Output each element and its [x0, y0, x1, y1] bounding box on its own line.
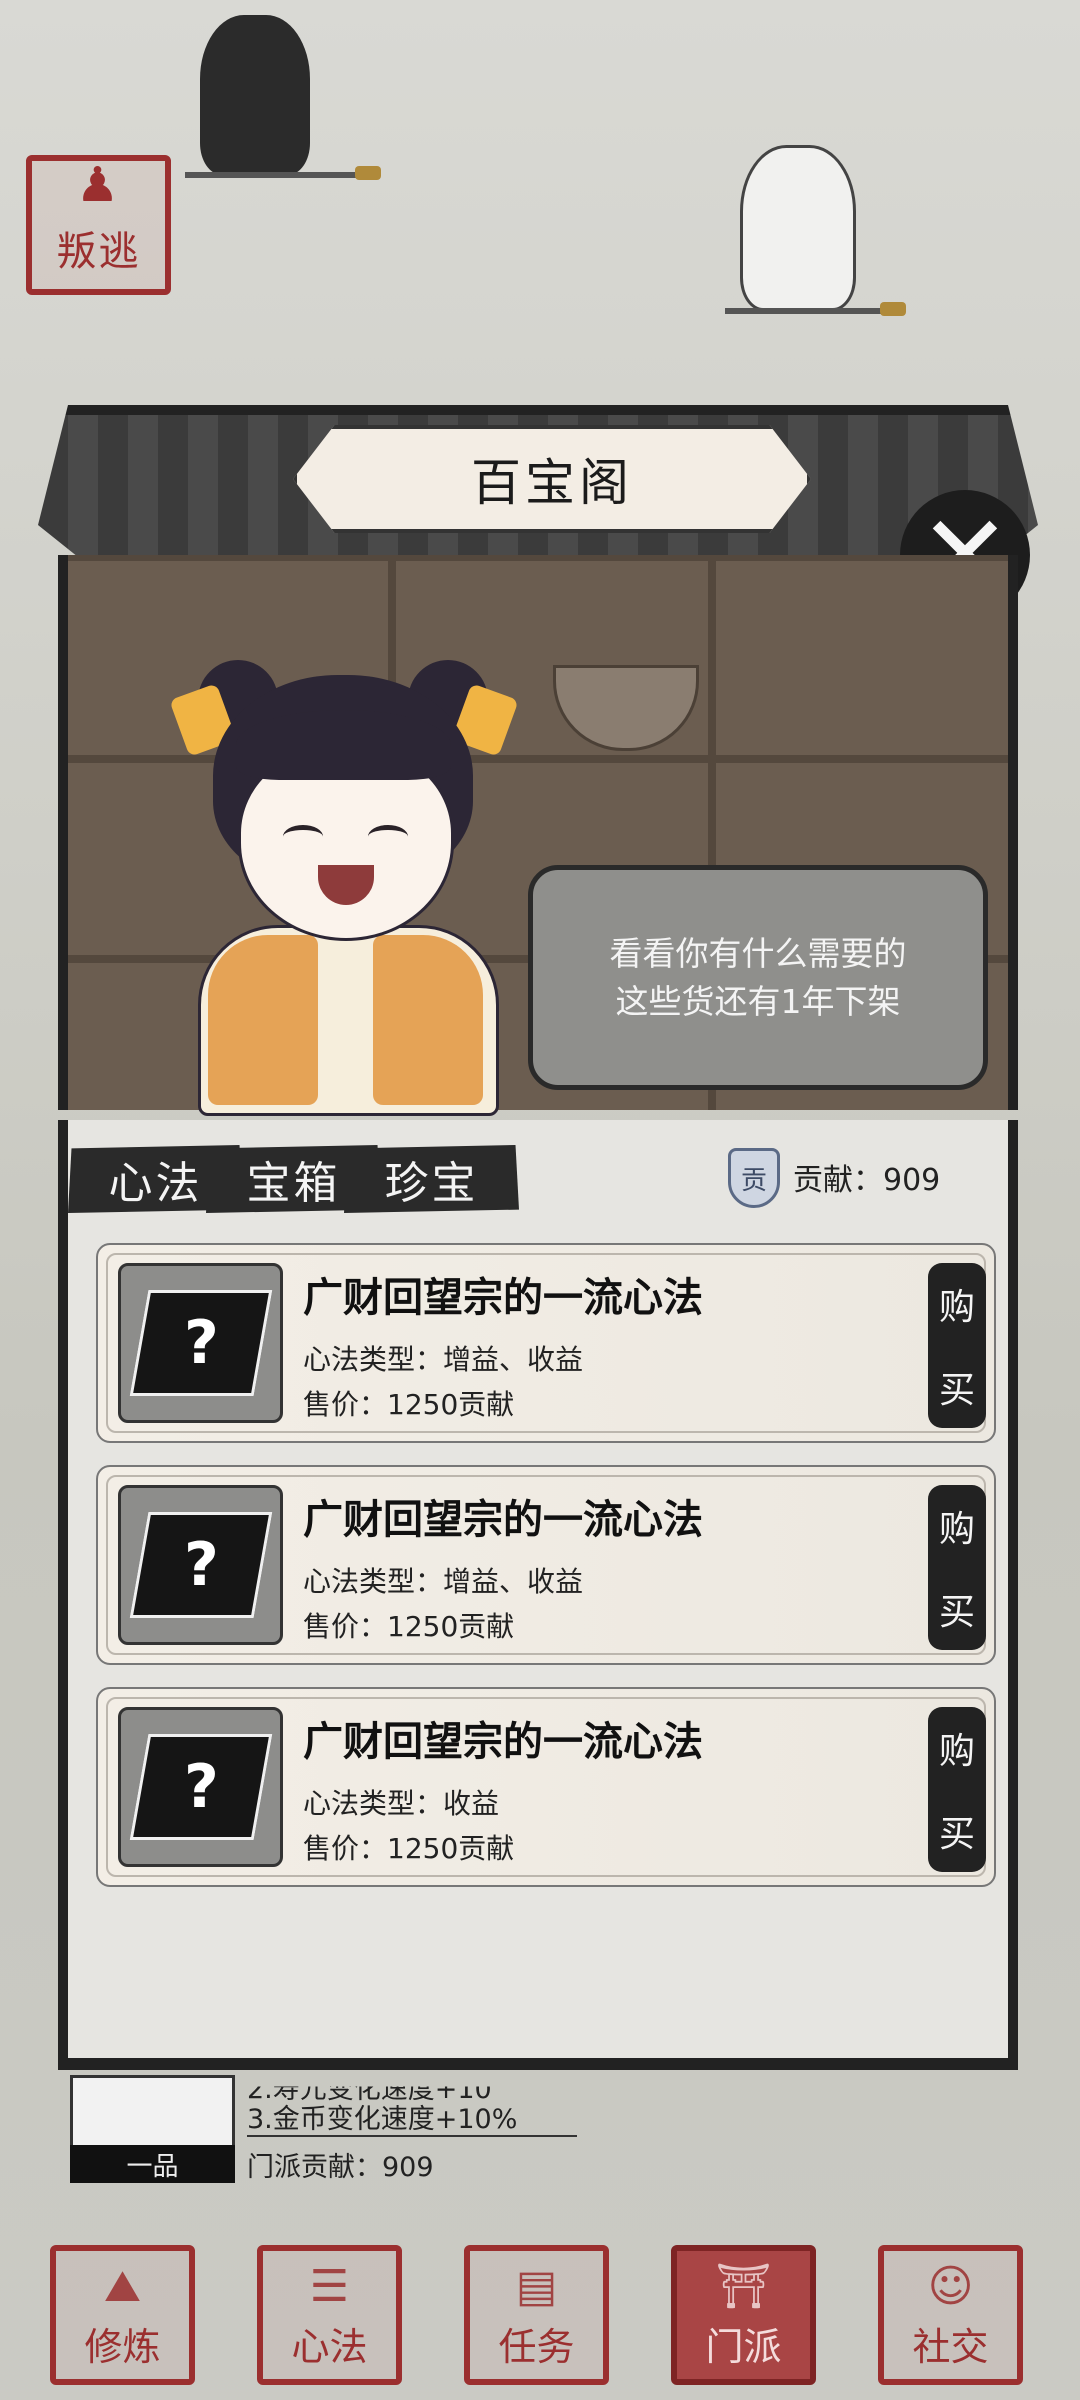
flee-button[interactable]: ♟ 叛逃 — [26, 155, 171, 295]
mystery-book-icon: ? — [129, 1734, 272, 1840]
shop-panel: 百宝阁 ✕ 看看你有什么需要的 这些货还有1年下架 心法 宝箱 珍宝 贡 贡献：… — [38, 405, 1038, 2070]
item-title: 广财回望宗的一流心法 — [303, 1719, 703, 1765]
vest — [373, 935, 483, 1105]
shop-item-card: ? 广财回望宗的一流心法 心法类型：收益 售价：1250贡献 购 买 — [96, 1687, 996, 1887]
social-icon: ☺ — [927, 2261, 974, 2312]
eye — [368, 825, 408, 848]
sect-info-box: 一品 2.寿元变化速度+10 3.金币变化速度+10% 门派贡献：909 — [55, 2075, 600, 2190]
nav-label: 修炼 — [84, 2325, 161, 2369]
dialogue-line: 这些货还有1年下架 — [615, 981, 901, 1021]
nav-label: 门派 — [705, 2325, 782, 2369]
dark-sword-hilt — [355, 166, 381, 180]
buy-button[interactable]: 购 买 — [928, 1707, 986, 1872]
dark-sword — [185, 172, 365, 178]
light-sword-hilt — [880, 302, 906, 316]
bowl-decoration — [553, 665, 699, 751]
item-icon-frame: ? — [118, 1485, 283, 1645]
light-swordsman-silhouette — [740, 145, 856, 311]
item-price: 售价：1250贡献 — [303, 1832, 515, 1865]
nav-social-button[interactable]: ☺ 社交 — [878, 2245, 1023, 2385]
shop-list-area: 心法 宝箱 珍宝 贡 贡献：909 ? 广财回望宗的一流心法 心法类型：增益、收… — [58, 1120, 1018, 2070]
shopkeeper-character — [169, 650, 519, 1116]
buy-label: 购 — [938, 1287, 975, 1329]
question-mark: ? — [183, 1530, 218, 1600]
mystery-book-icon: ? — [129, 1512, 272, 1618]
speech-bubble: 看看你有什么需要的 这些货还有1年下架 — [528, 865, 988, 1090]
tab-rare-treasure[interactable]: 珍宝 — [344, 1145, 519, 1213]
contribution-value: 贡献：909 — [793, 1163, 941, 1198]
shop-title: 百宝阁 — [293, 425, 811, 533]
buy-label: 购 — [938, 1509, 975, 1551]
nav-task-button[interactable]: ▤ 任务 — [464, 2245, 609, 2385]
nav-label: 任务 — [498, 2325, 575, 2369]
figure-icon: ♟ — [75, 157, 122, 213]
shop-item-card: ? 广财回望宗的一流心法 心法类型：增益、收益 售价：1250贡献 购 买 — [96, 1243, 996, 1443]
flee-label: 叛逃 — [56, 229, 141, 275]
nav-mental-method-button[interactable]: ☰ 心法 — [257, 2245, 402, 2385]
sect-rank: 一品 — [70, 2145, 235, 2183]
item-type: 心法类型：增益、收益 — [303, 1343, 584, 1376]
contribution-icon: 贡 — [728, 1148, 780, 1208]
item-icon-frame: ? — [118, 1707, 283, 1867]
item-icon-frame: ? — [118, 1263, 283, 1423]
divider — [247, 2135, 577, 2137]
item-price: 售价：1250贡献 — [303, 1610, 515, 1643]
sect-contribution: 门派贡献：909 — [247, 2152, 434, 2183]
sect-bonus-line: 3.金币变化速度+10% — [247, 2104, 518, 2135]
question-mark: ? — [183, 1752, 218, 1822]
light-sword — [725, 308, 895, 314]
buy-label: 买 — [938, 1813, 975, 1855]
fringe — [236, 710, 451, 780]
buy-button[interactable]: 购 买 — [928, 1485, 986, 1650]
mystery-book-icon: ? — [129, 1290, 272, 1396]
shelf-divider — [68, 555, 1008, 561]
buy-button[interactable]: 购 买 — [928, 1263, 986, 1428]
nav-label: 社交 — [912, 2325, 989, 2369]
nav-label: 心法 — [291, 2325, 368, 2369]
nav-cultivate-button[interactable]: ⛰ 修炼 — [50, 2245, 195, 2385]
item-price: 售价：1250贡献 — [303, 1388, 515, 1421]
buy-label: 买 — [938, 1369, 975, 1411]
sect-icon: ⛩ — [715, 2261, 772, 2312]
item-type: 心法类型：收益 — [303, 1787, 500, 1820]
cultivate-icon: ⛰ — [104, 2261, 141, 2312]
task-icon: ▤ — [515, 2261, 558, 2312]
shop-item-card: ? 广财回望宗的一流心法 心法类型：增益、收益 售价：1250贡献 购 买 — [96, 1465, 996, 1665]
item-title: 广财回望宗的一流心法 — [303, 1275, 703, 1321]
nav-sect-button[interactable]: ⛩ 门派 — [671, 2245, 816, 2385]
scroll-icon: ☰ — [309, 2261, 350, 2312]
dark-swordsman-silhouette — [200, 15, 310, 175]
item-title: 广财回望宗的一流心法 — [303, 1497, 703, 1543]
buy-label: 购 — [938, 1731, 975, 1773]
vest — [208, 935, 318, 1105]
buy-label: 买 — [938, 1591, 975, 1633]
question-mark: ? — [183, 1308, 218, 1378]
dialogue-line: 看看你有什么需要的 — [609, 933, 907, 973]
eye — [283, 825, 323, 848]
item-type: 心法类型：增益、收益 — [303, 1565, 584, 1598]
